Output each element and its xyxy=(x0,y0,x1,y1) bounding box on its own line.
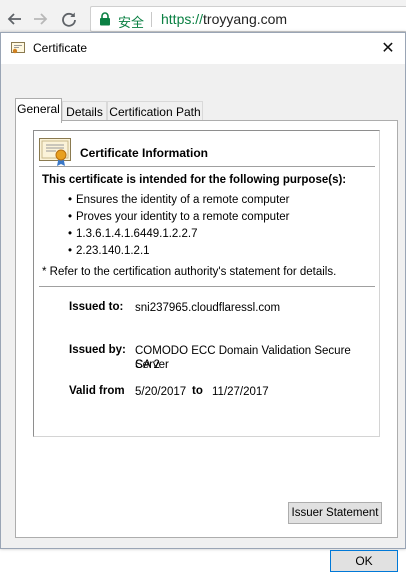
info-heading: Certificate Information xyxy=(80,146,209,160)
address-bar[interactable]: 安全 https://troyyang.com xyxy=(90,6,406,32)
dialog-body: General Details Certification Path Certi xyxy=(1,64,405,572)
issued-to-label: Issued to: xyxy=(69,301,124,313)
lock-icon[interactable] xyxy=(99,12,111,29)
url-scheme: https:// xyxy=(161,11,204,27)
refer-note: * Refer to the certification authority's… xyxy=(42,266,337,278)
issued-by-value-line1: COMODO ECC Domain Validation Secure Serv… xyxy=(135,345,351,371)
url-host: troyyang.com xyxy=(203,11,288,27)
omnibox-divider xyxy=(151,12,152,27)
back-arrow-icon[interactable] xyxy=(4,9,24,29)
purpose-item: Ensures the identity of a remote compute… xyxy=(68,194,290,211)
valid-to-value: 11/27/2017 xyxy=(212,386,269,398)
issued-by-value-line2: CA 2 xyxy=(135,359,160,371)
valid-from-value: 5/20/2017 xyxy=(135,386,187,398)
certificate-icon xyxy=(11,42,25,58)
purpose-item: 1.3.6.1.4.1.6449.1.2.2.7 xyxy=(68,228,290,245)
dialog-title-bar[interactable]: Certificate ✕ xyxy=(1,33,405,64)
heading-divider xyxy=(39,166,375,167)
certificate-dialog: Certificate ✕ General Details Certificat… xyxy=(0,32,406,572)
reload-icon[interactable] xyxy=(59,9,79,29)
details-divider xyxy=(39,286,375,287)
issued-by-label: Issued by: xyxy=(69,344,126,356)
purpose-list: Ensures the identity of a remote compute… xyxy=(68,194,290,262)
certificate-info-box: Certificate Information This certificate… xyxy=(33,130,380,437)
forward-arrow-icon[interactable] xyxy=(31,9,51,29)
ok-button[interactable]: OK xyxy=(330,550,398,572)
valid-to-label: to xyxy=(192,385,203,397)
purpose-item: Proves your identity to a remote compute… xyxy=(68,211,290,228)
valid-from-label: Valid from xyxy=(69,385,125,397)
issuer-statement-button[interactable]: Issuer Statement xyxy=(288,502,382,524)
issued-to-value: sni237965.cloudflaressl.com xyxy=(135,302,281,314)
purpose-title: This certificate is intended for the fol… xyxy=(42,174,347,186)
tab-general[interactable]: General xyxy=(15,98,62,123)
general-tab-panel: Certificate Information This certificate… xyxy=(15,120,398,538)
dialog-title: Certificate xyxy=(33,41,88,55)
purpose-item: 2.23.140.1.2.1 xyxy=(68,245,290,262)
secure-label: 安全 xyxy=(118,16,145,31)
url-text[interactable]: https://troyyang.com xyxy=(161,11,287,27)
close-icon[interactable]: ✕ xyxy=(377,38,399,60)
